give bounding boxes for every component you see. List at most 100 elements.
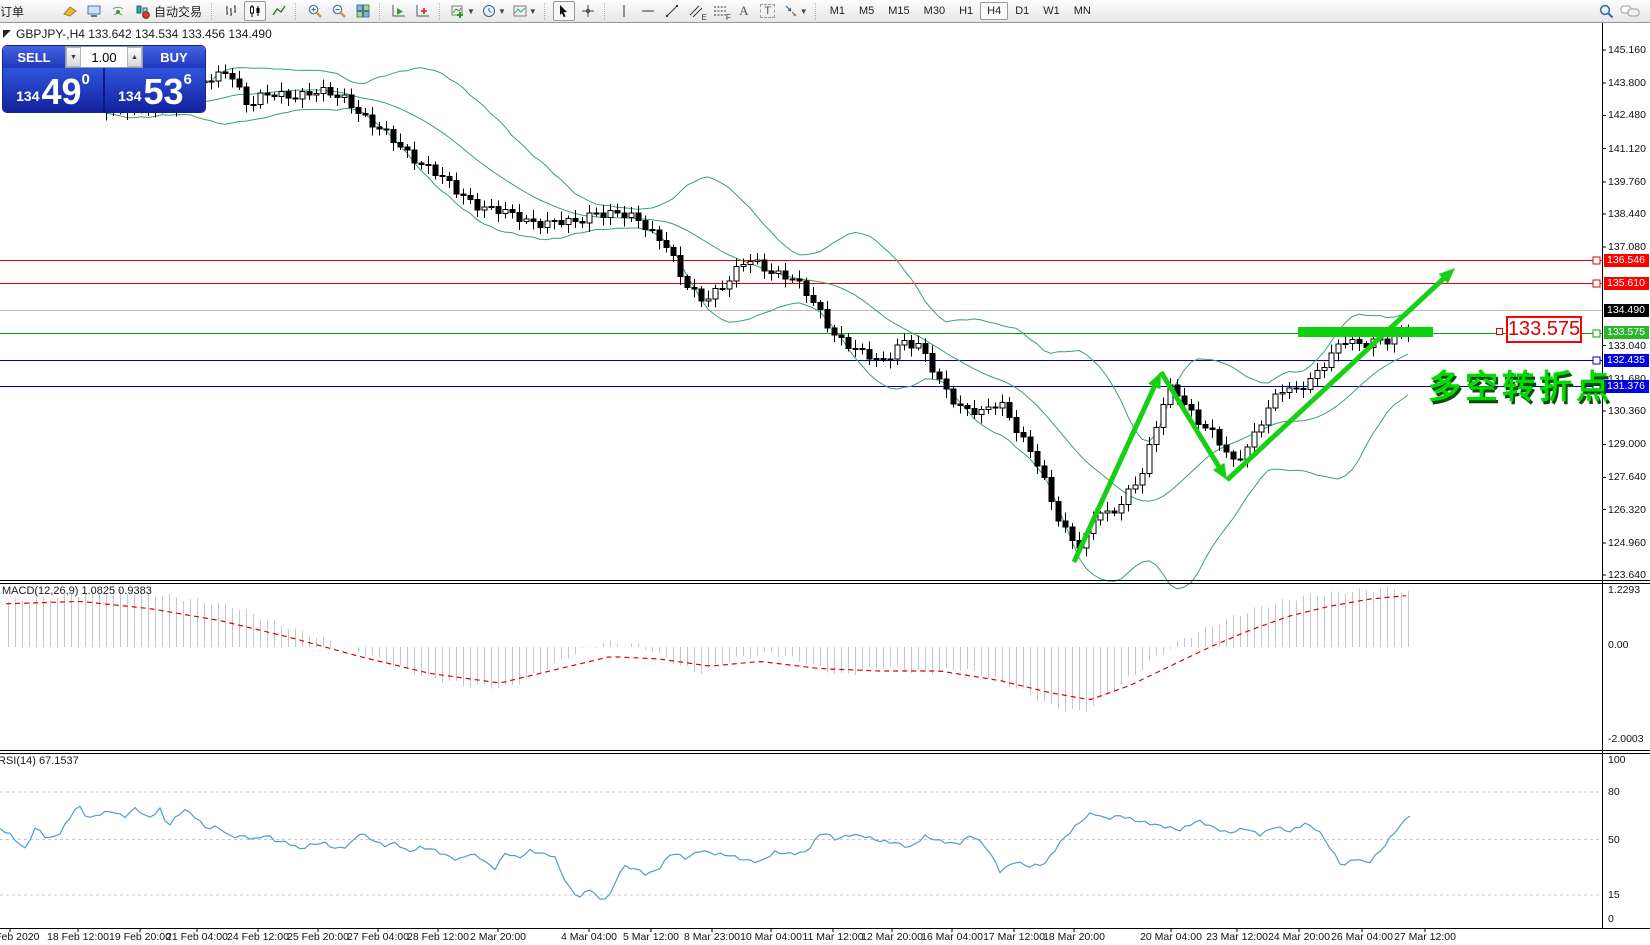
search-button[interactable]	[1595, 1, 1617, 21]
candle-chart-mode-button[interactable]	[244, 1, 266, 21]
candle-body	[1056, 502, 1061, 521]
candle-body	[734, 266, 739, 281]
trendline-tool-button[interactable]	[661, 1, 683, 21]
periods-button[interactable]: ▼	[479, 1, 508, 21]
zoom-in-button[interactable]	[304, 1, 326, 21]
timeframe-button-m30[interactable]: M30	[917, 2, 952, 20]
candle-body	[356, 107, 361, 113]
text-tool-button[interactable]: A	[733, 1, 755, 21]
volume-increase-button[interactable]: ▲	[127, 47, 142, 67]
rsi-line	[0, 806, 1410, 899]
zoom-out-button[interactable]	[328, 1, 350, 21]
candle-body	[216, 72, 221, 81]
trend-arrow-line[interactable]	[1074, 382, 1156, 562]
arrows-tool-button[interactable]: ▼	[781, 1, 810, 21]
chart-shift-button[interactable]	[412, 1, 434, 21]
candle-body	[300, 92, 305, 100]
bar-chart-mode-button[interactable]	[220, 1, 242, 21]
volume-input[interactable]: 1.00	[81, 47, 127, 67]
channel-tool-button[interactable]: E	[685, 1, 707, 21]
toolbar-separator	[379, 3, 383, 20]
line-handle-icon[interactable]	[1593, 330, 1600, 337]
candle-body	[685, 277, 690, 288]
tile-windows-button[interactable]	[352, 1, 374, 21]
price-axis-label: 133.040	[1608, 340, 1646, 352]
candle-body	[937, 372, 942, 379]
text-label-tool-button[interactable]: T	[757, 1, 779, 21]
candle-body	[1357, 339, 1362, 343]
timeframe-button-d1[interactable]: D1	[1008, 2, 1036, 20]
price-tag-handle-icon[interactable]	[1496, 328, 1503, 335]
sell-button[interactable]: SELL	[3, 46, 65, 68]
price-axis-label: 129.000	[1608, 438, 1646, 450]
volume-decrease-button[interactable]: ▼	[66, 47, 81, 67]
cursor-tool-button[interactable]	[553, 1, 575, 21]
candle-body	[769, 271, 774, 274]
trend-arrow-line[interactable]	[1227, 276, 1447, 480]
auto-scroll-button[interactable]	[388, 1, 410, 21]
candle-body	[1350, 339, 1355, 343]
rsi-axis-label: 50	[1608, 834, 1620, 846]
horizontal-line-tool-button[interactable]	[637, 1, 659, 21]
crosshair-tool-button[interactable]	[577, 1, 599, 21]
new-order-button[interactable]: 新订单	[1, 1, 57, 21]
indicators-button[interactable]: ▼	[448, 1, 477, 21]
candle-body	[237, 79, 242, 87]
price-axis-label: 126.320	[1608, 504, 1646, 516]
price-axis-label: 137.080	[1608, 241, 1646, 253]
fibonacci-tool-button[interactable]: F	[709, 1, 731, 21]
timeframe-button-h4[interactable]: H4	[980, 2, 1008, 20]
signal-button[interactable]	[107, 1, 129, 21]
autotrade-button[interactable]: 自动交易	[131, 1, 206, 21]
timeframe-button-m15[interactable]: M15	[881, 2, 916, 20]
search-icon	[1598, 3, 1615, 20]
macd-axis-label: -2.0003	[1608, 733, 1644, 745]
time-axis-label: 12 Mar 20:00	[861, 931, 923, 943]
timeframe-button-mn[interactable]: MN	[1067, 2, 1098, 20]
price-list-button[interactable]	[59, 1, 81, 21]
time-axis-label: 17 Mar 12:00	[983, 931, 1045, 943]
timeframe-button-w1[interactable]: W1	[1036, 2, 1067, 20]
candle-body	[321, 88, 326, 94]
candle-body	[265, 93, 270, 95]
time-axis-label: 10 Mar 04:00	[740, 931, 802, 943]
candle-body	[902, 341, 907, 345]
bollinger-middle-band	[8, 77, 1408, 501]
line-handle-icon[interactable]	[1593, 280, 1600, 287]
price-axis-tag: 133.575	[1604, 326, 1649, 339]
buy-price-display[interactable]: 134 53 6	[105, 68, 205, 112]
timeframe-button-m1[interactable]: M1	[823, 2, 852, 20]
candle-body	[517, 212, 522, 221]
time-axis-label: 2 Mar 20:00	[470, 931, 526, 943]
candle-body	[489, 206, 494, 207]
buy-button[interactable]: BUY	[143, 46, 205, 68]
turning-point-annotation[interactable]: 多空转折点	[1428, 360, 1613, 408]
timeframe-button-m5[interactable]: M5	[852, 2, 881, 20]
timeframe-button-h1[interactable]: H1	[952, 2, 980, 20]
rsi-axis-label: 15	[1608, 889, 1620, 901]
candle-body	[1070, 527, 1075, 540]
line-chart-mode-button[interactable]	[268, 1, 290, 21]
price-level-tag[interactable]: 133.575	[1506, 316, 1582, 343]
line-handle-icon[interactable]	[1593, 257, 1600, 264]
time-axis-label: 5 Mar 12:00	[623, 931, 679, 943]
candle-body	[1294, 388, 1299, 389]
candle-body	[741, 265, 746, 267]
chat-button[interactable]	[1619, 1, 1641, 21]
candle-body	[916, 343, 921, 348]
terminal-button[interactable]	[83, 1, 105, 21]
sell-price-display[interactable]: 134 49 0	[3, 68, 103, 112]
candle-body	[1301, 388, 1306, 389]
horizontal-line-icon	[640, 3, 656, 19]
candle-body	[923, 343, 928, 353]
candle-body	[706, 299, 711, 301]
support-zone-bar[interactable]	[1298, 327, 1433, 337]
candle-body	[650, 229, 655, 230]
candle-body	[1147, 445, 1152, 474]
chart-canvas[interactable]	[0, 0, 1650, 945]
candle-body	[580, 221, 585, 223]
vertical-line-tool-button[interactable]	[613, 1, 635, 21]
templates-button[interactable]: ▼	[510, 1, 539, 21]
volume-stepper: ▼ 1.00 ▲	[65, 46, 143, 68]
candle-body	[1343, 343, 1348, 344]
